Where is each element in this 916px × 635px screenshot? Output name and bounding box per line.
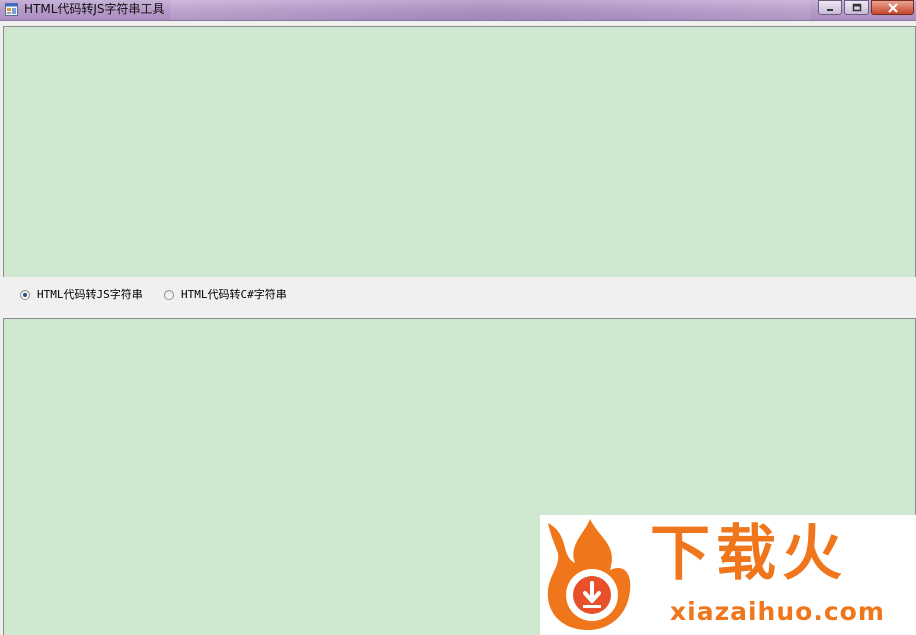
- xiazaihuo-watermark: 下载火 xiazaihuo.com: [540, 515, 916, 635]
- radio-option-csharp[interactable]: HTML代码转C#字符串: [164, 288, 287, 302]
- close-button[interactable]: [871, 0, 914, 15]
- titlebar-glass-background: [170, 0, 810, 20]
- radio-dot-icon: [23, 293, 27, 297]
- maximize-icon: [852, 3, 861, 12]
- radio-button-unchecked[interactable]: [164, 290, 174, 300]
- app-form-icon: [5, 3, 18, 16]
- radio-option-csharp-label: HTML代码转C#字符串: [181, 288, 287, 301]
- radio-option-js[interactable]: HTML代码转JS字符串: [20, 288, 143, 302]
- window-titlebar[interactable]: HTML代码转JS字符串工具: [0, 0, 916, 21]
- close-icon: [887, 2, 898, 13]
- minimize-button[interactable]: [818, 0, 842, 15]
- radio-option-js-label: HTML代码转JS字符串: [37, 288, 143, 301]
- minimize-icon: [827, 8, 833, 11]
- flame-logo-icon: [547, 519, 631, 630]
- watermark-url: xiazaihuo.com: [670, 597, 885, 626]
- radio-button-checked[interactable]: [20, 290, 30, 300]
- html-input-textarea[interactable]: [3, 26, 916, 277]
- window-title: HTML代码转JS字符串工具: [24, 2, 165, 16]
- maximize-button[interactable]: [844, 0, 869, 15]
- watermark-logo-text: 下载火: [650, 519, 848, 589]
